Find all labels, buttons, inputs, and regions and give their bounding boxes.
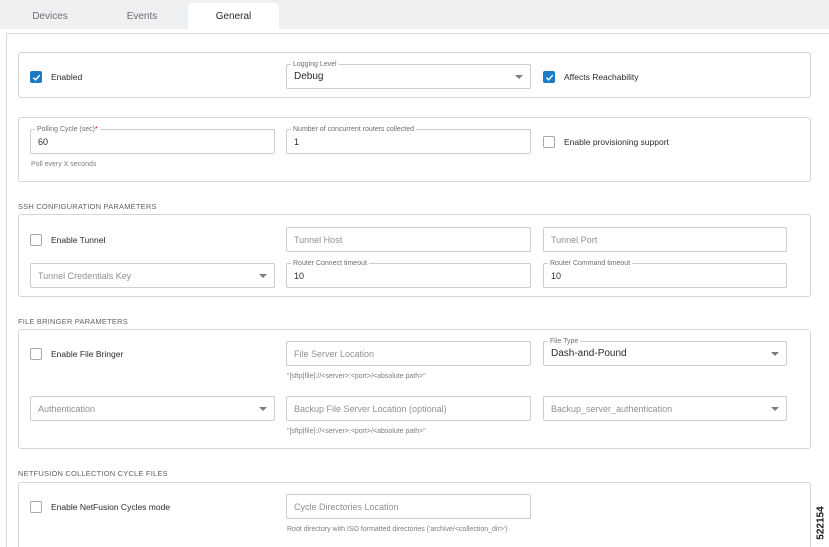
enable-file-bringer-checkbox[interactable]: Enable File Bringer — [30, 348, 123, 360]
enable-tunnel-checkbox[interactable]: Enable Tunnel — [30, 234, 105, 246]
chevron-down-icon — [259, 274, 267, 278]
netfusion-section-title: NETFUSION COLLECTION CYCLE FILES — [18, 469, 168, 478]
tunnel-credentials-placeholder: Tunnel Credentials Key — [38, 271, 132, 281]
enable-tunnel-label: Enable Tunnel — [51, 235, 106, 245]
router-command-timeout-label: Router Command timeout — [548, 259, 633, 268]
provisioning-checkbox[interactable]: Enable provisioning support — [543, 136, 669, 148]
concurrent-routers-label: Number of concurrent routers collected — [291, 125, 416, 134]
router-connect-timeout-value: 10 — [294, 271, 305, 281]
file-server-location-input[interactable]: File Server Location — [286, 341, 531, 366]
backup-server-authentication-placeholder: Backup_server_authentication — [551, 404, 673, 414]
router-connect-timeout-field[interactable]: Router Connect timeout 10 — [286, 259, 531, 288]
backup-server-authentication-select[interactable]: Backup_server_authentication — [543, 396, 787, 421]
logging-level-value: Debug — [294, 71, 324, 82]
backup-file-server-location-placeholder: Backup File Server Location (optional) — [294, 404, 447, 414]
checkbox-checked-icon — [543, 71, 555, 83]
figure-number: 522154 — [814, 500, 828, 546]
enable-file-bringer-label: Enable File Bringer — [51, 349, 124, 359]
authentication-select[interactable]: Authentication — [30, 396, 275, 421]
backup-file-server-location-input[interactable]: Backup File Server Location (optional) — [286, 396, 531, 421]
cycle-directories-helper: Root directory with ISO formatted direct… — [287, 526, 508, 533]
authentication-placeholder: Authentication — [38, 404, 96, 414]
checkbox-unchecked-icon — [543, 136, 555, 148]
enable-netfusion-label: Enable NetFusion Cycles mode — [51, 502, 171, 512]
tab-bar: Devices Events General — [0, 0, 829, 29]
affects-reachability-label: Affects Reachability — [564, 72, 639, 82]
backup-file-server-location-helper: "[sftp|file]://<server>:<port>/<absolute… — [287, 428, 426, 435]
chevron-down-icon — [771, 352, 779, 356]
router-command-timeout-value: 10 — [551, 271, 562, 281]
cycle-directories-location-placeholder: Cycle Directories Location — [294, 502, 399, 512]
router-connect-timeout-label: Router Connect timeout — [291, 259, 369, 268]
file-type-value: Dash-and-Pound — [551, 348, 627, 359]
file-bringer-section-title: FILE BRINGER PARAMETERS — [18, 317, 128, 326]
concurrent-routers-value: 1 — [294, 137, 300, 147]
required-mark: * — [94, 126, 98, 133]
chevron-down-icon — [771, 407, 779, 411]
file-type-select[interactable]: File Type Dash-and-Pound — [543, 337, 787, 366]
polling-cycle-label: Polling Cycle (sec) — [37, 126, 95, 133]
tunnel-port-input[interactable]: Tunnel Port — [543, 227, 787, 252]
chevron-down-icon — [515, 75, 523, 79]
enabled-label: Enabled — [51, 72, 83, 82]
tunnel-port-placeholder: Tunnel Port — [551, 235, 598, 245]
figure-number-text: 522154 — [815, 506, 827, 540]
checkbox-unchecked-icon — [30, 501, 42, 513]
file-server-location-helper: "[sftp|file]://<server>:<port>/<absolute… — [287, 373, 426, 380]
tunnel-credentials-select[interactable]: Tunnel Credentials Key — [30, 263, 275, 288]
tab-events[interactable]: Events — [106, 3, 178, 29]
ssh-section-title: SSH CONFIGURATION PARAMETERS — [18, 202, 157, 211]
file-type-label: File Type — [548, 337, 581, 346]
file-server-location-placeholder: File Server Location — [294, 349, 375, 359]
concurrent-routers-field[interactable]: Number of concurrent routers collected 1 — [286, 125, 531, 154]
enabled-checkbox[interactable]: Enabled — [30, 71, 82, 83]
tunnel-host-placeholder: Tunnel Host — [294, 235, 343, 245]
affects-reachability-checkbox[interactable]: Affects Reachability — [543, 71, 639, 83]
polling-cycle-value: 60 — [38, 137, 49, 147]
polling-cycle-helper: Poll every X seconds — [31, 161, 97, 168]
checkbox-unchecked-icon — [30, 234, 42, 246]
tab-general[interactable]: General — [188, 3, 279, 29]
provisioning-label: Enable provisioning support — [564, 137, 669, 147]
chevron-down-icon — [259, 407, 267, 411]
tunnel-host-input[interactable]: Tunnel Host — [286, 227, 531, 252]
cycle-directories-location-input[interactable]: Cycle Directories Location — [286, 494, 531, 519]
router-command-timeout-field[interactable]: Router Command timeout 10 — [543, 259, 787, 288]
checkbox-checked-icon — [30, 71, 42, 83]
tab-devices[interactable]: Devices — [14, 3, 86, 29]
logging-level-label: Logging Level — [291, 60, 339, 69]
polling-cycle-field[interactable]: Polling Cycle (sec)* 60 — [30, 125, 275, 154]
checkbox-unchecked-icon — [30, 348, 42, 360]
logging-level-select[interactable]: Logging Level Debug — [286, 60, 531, 89]
enable-netfusion-checkbox[interactable]: Enable NetFusion Cycles mode — [30, 501, 170, 513]
